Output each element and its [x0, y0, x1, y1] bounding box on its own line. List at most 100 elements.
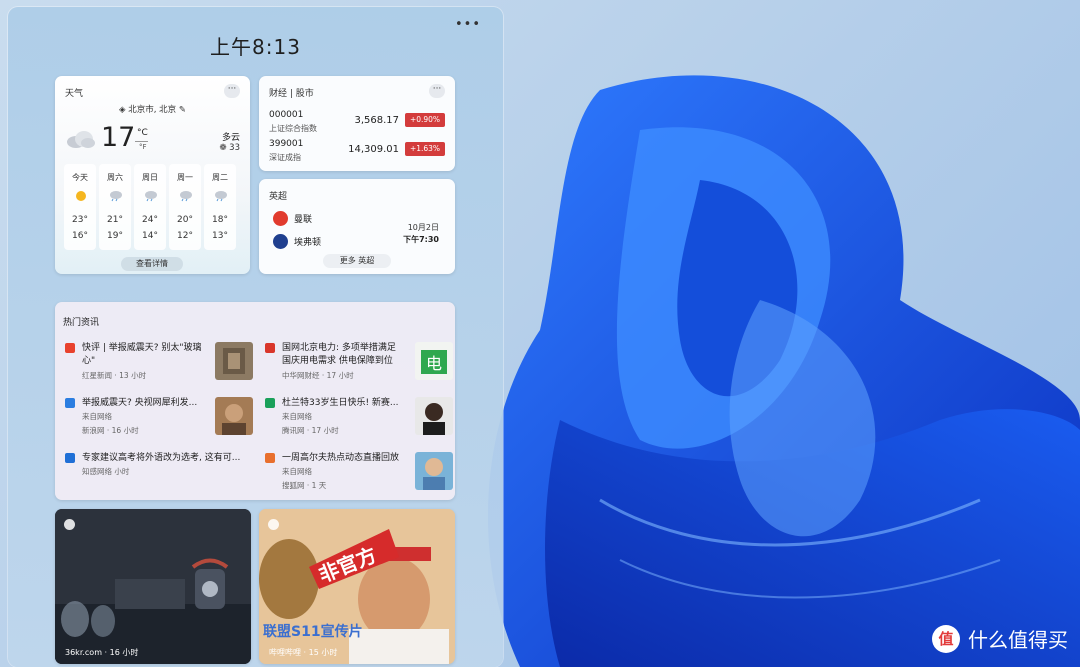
publisher-icon: [265, 343, 275, 353]
location-pin-icon: ◈: [119, 105, 126, 115]
feed-source: 36kr.com · 16 小时: [65, 648, 139, 657]
news-item[interactable]: 举报威震天? 央视网犀利发... 来自网络 新浪网 · 16 小时: [65, 397, 253, 439]
forecast-high: 20°: [177, 215, 193, 225]
news-item[interactable]: 专家建议高考将外语改为选考, 这有可... 知感网络 小时: [65, 452, 253, 494]
forecast-day-name: 今天: [72, 173, 88, 182]
stock-code: 399001: [269, 139, 304, 149]
publisher-icon: [65, 398, 75, 408]
news-item[interactable]: 杜兰特33岁生日快乐! 新赛... 来自网络 腾讯网 · 17 小时: [265, 397, 453, 439]
away-team-name: 埃弗顿: [294, 238, 322, 248]
feed-card[interactable]: 36kr.com · 16 小时: [55, 509, 251, 664]
finance-more-icon[interactable]: ···: [429, 84, 445, 98]
manchester-united-crest-icon: [273, 211, 288, 226]
forecast-day[interactable]: 周日 24° 14°: [134, 164, 166, 250]
sports-card-title: 英超: [269, 192, 288, 202]
forecast-day[interactable]: 周六 21° 19°: [99, 164, 131, 250]
forecast-day[interactable]: 周一 20° 12°: [169, 164, 201, 250]
forecast-low: 19°: [107, 231, 123, 241]
feed-source: 哔哩哔哩 · 15 小时: [269, 648, 338, 657]
news-headline: 一周高尔夫热点动态直播回放: [282, 453, 400, 463]
publisher-icon: [265, 453, 275, 463]
stock-name: 深证成指: [269, 153, 301, 162]
feed-card-image: [55, 509, 251, 664]
news-source: 搜狐网 · 1 天: [282, 481, 327, 490]
news-source: 红星新闻 · 13 小时: [82, 371, 147, 380]
aqi-icon: ❁: [219, 143, 227, 153]
weather-condition: 多云: [221, 133, 240, 143]
svg-text:电: 电: [426, 354, 442, 373]
forecast-day-name: 周二: [212, 173, 228, 182]
feed-overlay-subtitle: 联盟S11宣传片: [263, 624, 363, 640]
news-thumbnail: [215, 342, 253, 380]
forecast-day[interactable]: 今天 23° 16°: [64, 164, 96, 250]
forecast-days: 今天 23° 16° 周六 21° 19° 周日 24° 14° 周一 20°: [64, 164, 236, 250]
news-via: 来自网络: [282, 412, 312, 421]
weather-more-icon[interactable]: ···: [224, 84, 240, 98]
forecast-low: 12°: [177, 231, 193, 241]
away-team[interactable]: 埃弗顿: [273, 234, 321, 249]
news-source: 中华网财经 · 17 小时: [282, 371, 354, 380]
weather-aqi-value: 33: [229, 143, 240, 153]
stock-row[interactable]: 000001 上证综合指数 3,568.17 +0.90%: [269, 110, 445, 138]
stock-change-badge: +1.63%: [405, 142, 445, 156]
sports-card[interactable]: 英超 曼联 埃弗顿 10月2日 下午7:30 更多 英超: [259, 179, 455, 274]
home-team[interactable]: 曼联: [273, 211, 312, 226]
publisher-icon: [65, 453, 75, 463]
unit-celsius[interactable]: °C: [137, 128, 148, 138]
news-thumbnail: [415, 397, 453, 435]
news-thumbnail: [415, 452, 453, 490]
sun-icon: [76, 191, 86, 201]
forecast-day-name: 周日: [142, 173, 158, 182]
news-via: 来自网络: [82, 412, 112, 421]
news-item[interactable]: 国网北京电力: 多项举措满足国庆用电需求 供电保障到位 中华网财经 · 17 小…: [265, 342, 453, 384]
more-league-button[interactable]: 更多 英超: [323, 254, 391, 268]
news-via: 来自网络: [282, 467, 312, 476]
rain-cloud-icon: [110, 191, 122, 202]
news-item[interactable]: 一周高尔夫热点动态直播回放 来自网络 搜狐网 · 1 天: [265, 452, 453, 494]
forecast-day-name: 周一: [177, 173, 193, 182]
home-team-name: 曼联: [294, 215, 313, 225]
forecast-low: 16°: [72, 231, 88, 241]
watermark-text: 什么值得买: [968, 628, 1068, 652]
news-headline: 国网北京电力: 多项举措满足国庆用电需求 供电保障到位: [282, 343, 396, 366]
watermark-logo: 值 什么值得买: [932, 624, 1068, 653]
weather-card[interactable]: 天气 ··· ◈ 北京市, 北京 ✎ 17 °C °F 多云 ❁ 33 今天 2…: [55, 76, 250, 274]
news-headline: 举报威震天? 央视网犀利发...: [82, 398, 198, 408]
forecast-low: 13°: [212, 231, 228, 241]
watermark-icon: 值: [932, 624, 960, 653]
panel-clock: 上午8:13: [210, 35, 301, 59]
unit-fahrenheit[interactable]: °F: [139, 143, 147, 151]
forecast-high: 23°: [72, 215, 88, 225]
top-news-card: 热门资讯 快评 | 举报威震天? 别太"玻璃心" 红星新闻 · 13 小时 国网…: [55, 302, 455, 500]
weather-details-button[interactable]: 查看详情: [121, 257, 183, 271]
widgets-panel: ••• 上午8:13 天气 ··· ◈ 北京市, 北京 ✎ 17 °C °F 多…: [8, 7, 503, 667]
news-item[interactable]: 快评 | 举报威震天? 别太"玻璃心" 红星新闻 · 13 小时: [65, 342, 253, 384]
publisher-icon: [265, 398, 275, 408]
stock-row[interactable]: 399001 深证成指 14,309.01 +1.63%: [269, 139, 445, 167]
forecast-day-name: 周六: [107, 173, 123, 182]
stock-code: 000001: [269, 110, 304, 120]
rain-cloud-icon: [215, 191, 227, 202]
feed-card[interactable]: 非官方 联盟S11宣传片 哔哩哔哩 · 15 小时: [259, 509, 455, 664]
rain-cloud-icon: [180, 191, 192, 202]
finance-card-title: 财经 | 股市: [269, 89, 314, 99]
stock-value: 14,309.01: [348, 144, 399, 155]
forecast-high: 24°: [142, 215, 158, 225]
everton-crest-icon: [273, 234, 288, 249]
finance-card[interactable]: 财经 | 股市 ··· 000001 上证综合指数 3,568.17 +0.90…: [259, 76, 455, 171]
weather-location[interactable]: ◈ 北京市, 北京 ✎: [55, 103, 250, 115]
news-headline: 快评 | 举报威震天? 别太"玻璃心": [82, 343, 202, 366]
cloudy-icon: [67, 131, 95, 148]
unit-divider: [135, 141, 148, 142]
news-source: 腾讯网 · 17 小时: [282, 426, 339, 435]
stock-value: 3,568.17: [354, 115, 399, 126]
news-source: 新浪网 · 16 小时: [82, 426, 139, 435]
match-time: 下午7:30: [403, 235, 439, 244]
weather-location-text: 北京市, 北京: [128, 105, 177, 115]
forecast-day[interactable]: 周二 18° 13°: [204, 164, 236, 250]
panel-more-icon[interactable]: •••: [455, 17, 481, 32]
stock-change-badge: +0.90%: [405, 113, 445, 127]
edit-pencil-icon[interactable]: ✎: [179, 105, 186, 115]
news-source: 知感网络 小时: [82, 467, 130, 476]
news-card-title: 热门资讯: [63, 318, 100, 328]
